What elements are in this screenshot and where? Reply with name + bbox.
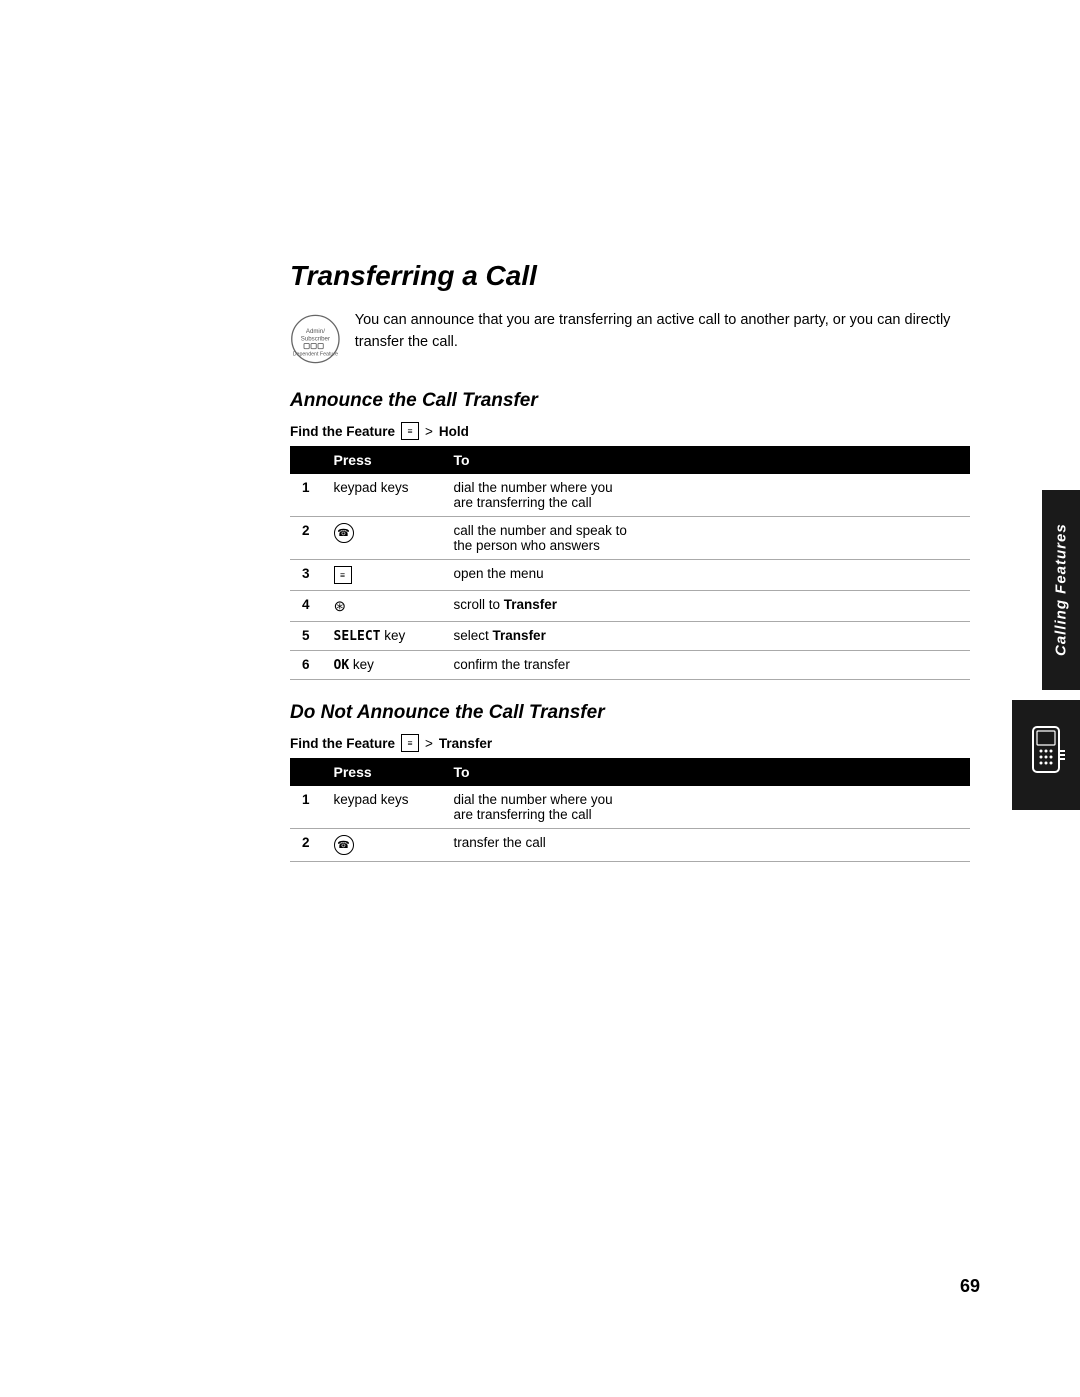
page: Transferring a Call Admin/ Subscriber De… [0,0,1080,1397]
menu-icon-2: ≡ [334,566,352,584]
section2-heading: Do Not Announce the Call Transfer [290,702,970,724]
row6-to: confirm the transfer [442,651,970,680]
section1: Announce the Call Transfer Find the Feat… [290,390,970,680]
table-row: 3 ≡ open the menu [290,560,970,591]
row6-press: OK key [322,651,442,680]
table-row: 2 ☎ transfer the call [290,829,970,862]
row-s2-2-press: ☎ [322,829,442,862]
row-s2-1-to: dial the number where youare transferrin… [442,786,970,829]
table-row: 5 SELECT key select Transfer [290,622,970,651]
row1-to: dial the number where youare transferrin… [442,474,970,517]
row6-num: 6 [290,651,322,680]
table1-header-num [290,446,322,474]
row-s2-1-num: 1 [290,786,322,829]
table-row: 1 keypad keys dial the number where youa… [290,474,970,517]
table2-header-to: To [442,758,970,786]
intro-block: Admin/ Subscriber Dependent Feature You … [290,310,970,368]
find-feature-row-1: Find the Feature ≡ > Hold [290,422,970,440]
table2-body: 1 keypad keys dial the number where youa… [290,786,970,862]
send-icon-1: ☎ [334,523,354,543]
arrow-2: > [425,736,433,751]
table-row: 1 keypad keys dial the number where youa… [290,786,970,829]
table2-header-press: Press [322,758,442,786]
hold-item: Hold [439,424,469,439]
find-feature-row-2: Find the Feature ≡ > Transfer [290,734,970,752]
row5-to: select Transfer [442,622,970,651]
transfer-item: Transfer [439,736,492,751]
logo-icon: Admin/ Subscriber Dependent Feature [290,310,341,368]
section1-heading: Announce the Call Transfer [290,390,970,412]
row4-num: 4 [290,591,322,622]
table-row: 4 ⊛ scroll to Transfer [290,591,970,622]
row-s2-2-to: transfer the call [442,829,970,862]
svg-text:Admin/: Admin/ [306,328,325,335]
svg-text:Dependent Feature: Dependent Feature [293,352,338,358]
row4-to: scroll to Transfer [442,591,970,622]
scroll-icon-1: ⊛ [334,598,347,615]
intro-text: You can announce that you are transferri… [355,310,970,354]
section2: Do Not Announce the Call Transfer Find t… [290,702,970,862]
table-2: Press To 1 keypad keys dial the number w… [290,758,970,862]
table-1: Press To 1 keypad keys dial the number w… [290,446,970,680]
row-s2-2-num: 2 [290,829,322,862]
send-icon-2: ☎ [334,835,354,855]
table1-body: 1 keypad keys dial the number where youa… [290,474,970,680]
phone-svg-icon [1025,725,1067,785]
phone-icon-sidebar [1012,700,1080,810]
row2-press: ☎ [322,517,442,560]
find-feature-label-1: Find the Feature [290,424,395,439]
row2-to: call the number and speak tothe person w… [442,517,970,560]
row3-num: 3 [290,560,322,591]
table1-header-press: Press [322,446,442,474]
table2-header-num [290,758,322,786]
row5-press: SELECT key [322,622,442,651]
table-row: 6 OK key confirm the transfer [290,651,970,680]
row1-num: 1 [290,474,322,517]
menu-icon-1: ≡ [401,422,419,440]
row3-to: open the menu [442,560,970,591]
row5-num: 5 [290,622,322,651]
row2-num: 2 [290,517,322,560]
page-title: Transferring a Call [290,260,970,292]
arrow-1: > [425,424,433,439]
row1-press: keypad keys [322,474,442,517]
row3-press: ≡ [322,560,442,591]
sidebar-tab: Calling Features [1042,490,1080,690]
content-area: Transferring a Call Admin/ Subscriber De… [290,260,970,884]
row-s2-1-press: keypad keys [322,786,442,829]
page-number: 69 [960,1276,980,1297]
table2-header-row: Press To [290,758,970,786]
svg-text:Subscriber: Subscriber [301,336,330,343]
row4-press: ⊛ [322,591,442,622]
sidebar-label: Calling Features [1053,524,1070,657]
find-feature-label-2: Find the Feature [290,736,395,751]
table-row: 2 ☎ call the number and speak tothe pers… [290,517,970,560]
table1-header-row: Press To [290,446,970,474]
table1-header-to: To [442,446,970,474]
menu-icon-3: ≡ [401,734,419,752]
